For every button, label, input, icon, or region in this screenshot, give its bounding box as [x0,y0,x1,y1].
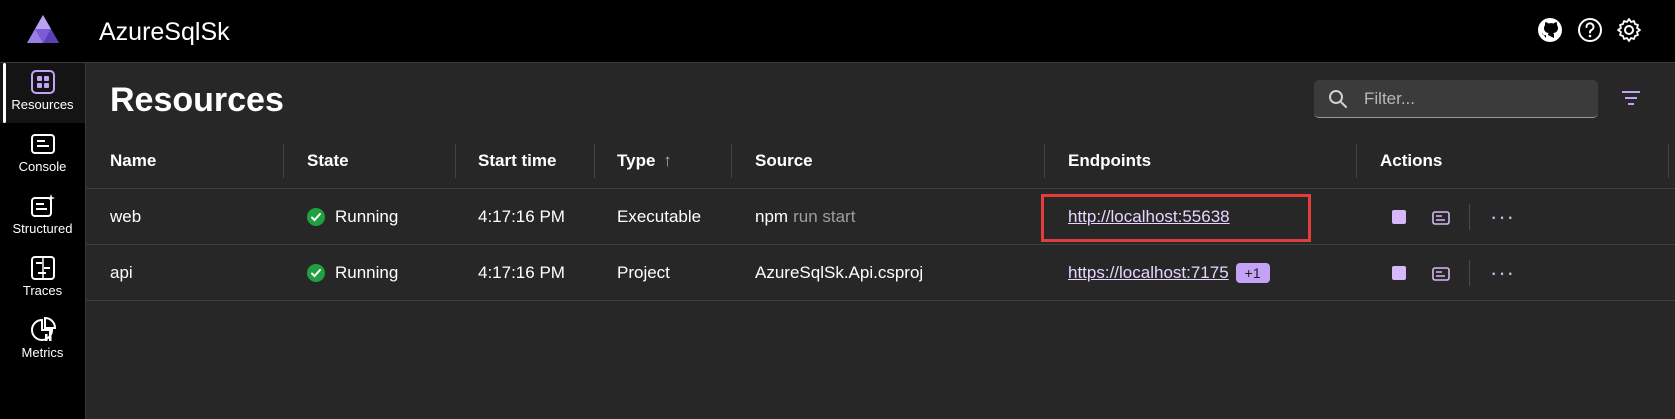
top-bar: AzureSqlSk [0,0,1675,63]
resource-endpoints: https://localhost:7175 +1 [1068,245,1270,300]
column-header-endpoints[interactable]: Endpoints [1068,134,1151,188]
column-header-source[interactable]: Source [755,134,813,188]
running-check-icon [307,263,325,282]
actions-divider [1469,259,1470,286]
column-header-state[interactable]: State [307,134,349,188]
filter-options-icon[interactable] [1620,87,1642,109]
column-header-start-time[interactable]: Start time [478,134,556,188]
column-header-type-label: Type [617,151,656,170]
table-header: Name State Start time Type ↑ Source Endp… [86,134,1675,189]
nav-item-structured[interactable]: Structured [0,187,85,247]
running-check-icon [307,207,325,226]
column-resize-handle[interactable] [1668,144,1669,178]
source-command: npm [755,206,789,226]
grid-icon [30,69,56,95]
column-resize-handle[interactable] [731,144,732,178]
column-resize-handle[interactable] [1044,144,1045,178]
endpoint-link[interactable]: https://localhost:7175 [1068,263,1229,283]
traces-icon [30,255,56,281]
column-header-name[interactable]: Name [110,134,156,188]
main-panel: Resources Name State Start time Type [86,63,1675,419]
column-header-type[interactable]: Type ↑ [617,134,672,188]
settings-icon[interactable] [1615,16,1643,44]
stop-icon[interactable] [1392,265,1406,280]
nav-item-metrics[interactable]: Metrics [0,311,85,371]
table-row[interactable]: web Running 4:17:16 PM Executable npm ru… [86,189,1675,245]
nav-item-traces[interactable]: Traces [0,249,85,309]
column-resize-handle[interactable] [594,144,595,178]
aspire-logo-icon[interactable] [26,14,60,44]
console-logs-icon[interactable] [1432,210,1450,225]
resource-start-time: 4:17:16 PM [478,206,565,226]
page-title: Resources [110,81,284,119]
resource-name: api [110,262,133,282]
state-label: Running [335,206,399,226]
column-resize-handle[interactable] [455,144,456,178]
console-icon [30,131,56,157]
metrics-icon [30,317,56,343]
more-endpoints-badge[interactable]: +1 [1235,262,1270,283]
state-label: Running [335,262,399,282]
filter-box[interactable] [1314,80,1598,118]
resource-state: Running [307,189,398,244]
resource-source: AzureSqlSk.Api.csproj [755,262,924,282]
nav-label: Console [18,159,67,174]
nav-label: Structured [12,221,73,236]
nav-label: Resources [11,97,74,112]
github-icon[interactable] [1536,16,1564,44]
column-header-actions: Actions [1380,151,1443,170]
search-icon [1328,89,1348,109]
side-nav: Resources Console Structured Traces Metr… [0,63,86,419]
endpoint-link[interactable]: http://localhost:55638 [1068,207,1230,227]
sort-ascending-icon: ↑ [663,151,672,170]
resource-type: Executable [617,206,702,226]
nav-item-console[interactable]: Console [0,125,85,185]
resource-type: Project [617,262,670,282]
nav-item-resources[interactable]: Resources [0,63,85,123]
source-args: run start [793,206,856,226]
console-logs-icon[interactable] [1432,266,1450,281]
resource-name: web [110,206,142,226]
resource-source: npm run start [755,189,855,244]
column-resize-handle[interactable] [1356,144,1357,178]
table-row[interactable]: api Running 4:17:16 PM Project AzureSqlS… [86,245,1675,301]
help-icon[interactable] [1576,16,1604,44]
column-resize-handle[interactable] [283,144,284,178]
resource-start-time: 4:17:16 PM [478,262,565,282]
stop-icon[interactable] [1392,209,1406,224]
app-title: AzureSqlSk [99,18,230,46]
more-actions-button[interactable]: ··· [1490,205,1515,227]
actions-divider [1469,203,1470,230]
structured-logs-icon [30,193,56,219]
nav-label: Metrics [21,345,64,360]
filter-input[interactable] [1362,86,1586,112]
nav-label: Traces [22,283,63,298]
resource-state: Running [307,245,398,300]
more-actions-button[interactable]: ··· [1490,261,1515,283]
resources-table: Name State Start time Type ↑ Source Endp… [86,134,1675,301]
resource-endpoints: http://localhost:55638 [1068,189,1230,244]
